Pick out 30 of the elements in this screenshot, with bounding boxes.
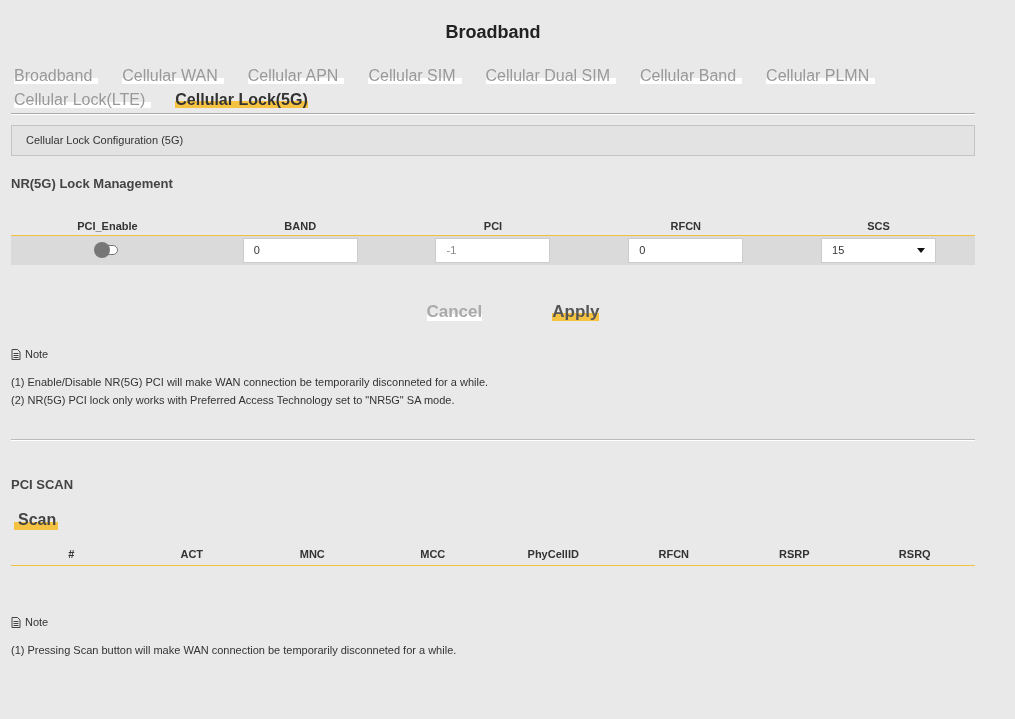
column-header: BAND: [283, 218, 318, 234]
column-header: SCS: [866, 218, 891, 234]
note-text: (2) NR(5G) PCI lock only works with Preferred Access Technology set to "NR5G" SA mode.: [11, 392, 456, 408]
column-header: RSRQ: [897, 547, 932, 562]
note-text: (1) Enable/Disable NR(5G) PCI will make WAN connection be temporarily disconneted for a while.: [11, 374, 490, 390]
column-header: MCC: [419, 547, 447, 562]
document-icon: [11, 348, 21, 360]
column-header: RFCN: [669, 218, 703, 234]
document-icon: [11, 616, 21, 628]
dropdown[interactable]: 15: [821, 237, 937, 263]
column-header: PCI: [482, 218, 504, 234]
toggle-switch[interactable]: [96, 245, 119, 255]
caret-icon: [917, 247, 926, 253]
column-header: MNC: [298, 547, 326, 562]
input-field[interactable]: 0: [628, 237, 744, 263]
column-header: PCI_Enable: [76, 218, 139, 234]
column-header: RFCN: [657, 547, 691, 562]
note-title: Note: [25, 615, 49, 630]
input-field[interactable]: 0: [242, 237, 358, 263]
section-heading: NR(5G) Lock Management: [11, 175, 174, 193]
column-header: ACT: [179, 547, 205, 562]
column-header: #: [67, 547, 76, 562]
column-header: PhyCellID: [526, 547, 580, 562]
note-text: (1) Pressing Scan button will make WAN connection be temporarily disconneted for a while.: [11, 642, 458, 658]
input-field[interactable]: -1: [435, 237, 551, 263]
page-title: Broadband: [445, 21, 541, 44]
note-title: Note: [25, 347, 49, 362]
column-header: RSRP: [777, 547, 811, 562]
section-bar: Cellular Lock Configuration (5G): [11, 125, 975, 156]
section-heading: PCI SCAN: [11, 475, 75, 494]
